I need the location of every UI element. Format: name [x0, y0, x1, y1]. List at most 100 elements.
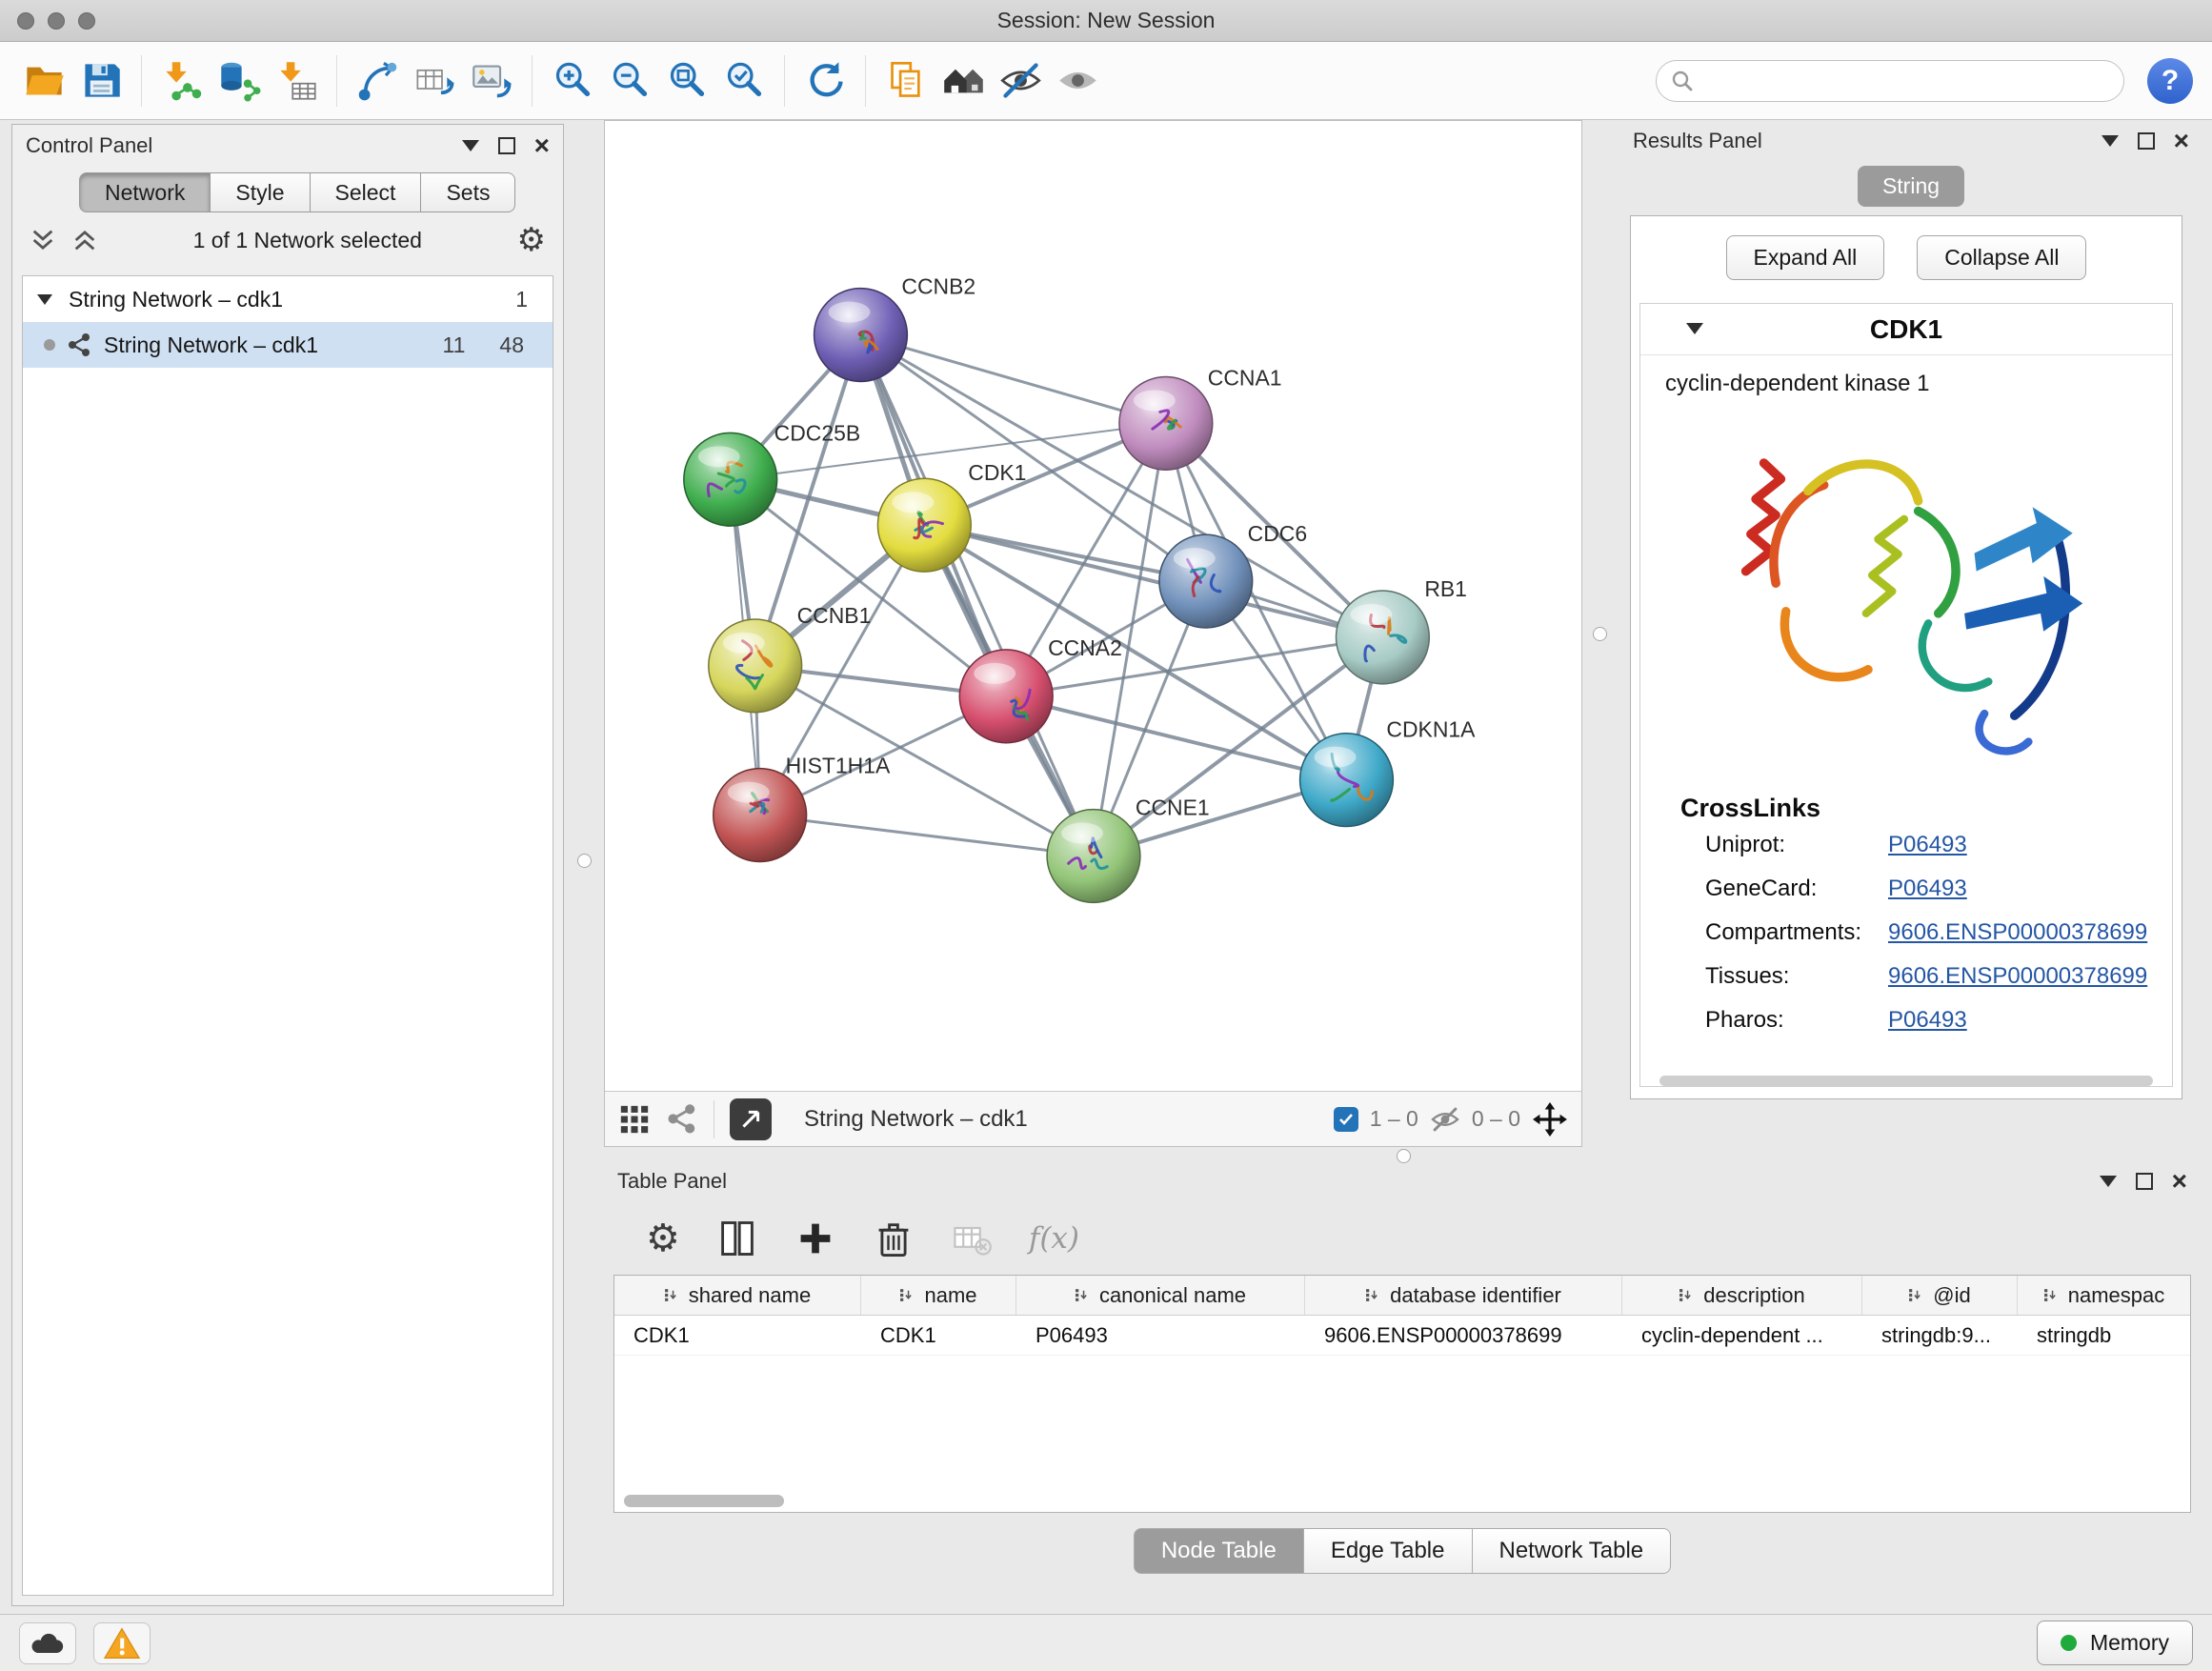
close-window-button[interactable]: [17, 12, 34, 30]
column-header-shared-name[interactable]: shared name: [614, 1276, 861, 1315]
edge-CDK1-RB1[interactable]: [924, 525, 1382, 637]
edge-CCNB2-CCNE1[interactable]: [860, 335, 1094, 856]
memory-button[interactable]: Memory: [2037, 1621, 2193, 1665]
column-header-canonical-name[interactable]: canonical name: [1016, 1276, 1305, 1315]
home-button[interactable]: [935, 50, 992, 111]
close-panel-icon[interactable]: ×: [534, 132, 550, 159]
open-session-button[interactable]: [15, 50, 72, 111]
node-CCNA2[interactable]: [959, 650, 1053, 743]
tree-row-collection[interactable]: String Network – cdk1 1: [23, 276, 553, 322]
export-table-button[interactable]: [406, 50, 463, 111]
column-header-name[interactable]: name: [861, 1276, 1016, 1315]
section-collapse-icon[interactable]: [1686, 323, 1703, 343]
gear-icon[interactable]: ⚙: [517, 224, 546, 256]
show-all-button[interactable]: [1049, 50, 1106, 111]
node-CDC6[interactable]: [1159, 534, 1253, 628]
expand-all-chevron-icon[interactable]: [30, 227, 56, 253]
zoom-fit-button[interactable]: [658, 50, 715, 111]
tab-edge-table[interactable]: Edge Table: [1304, 1528, 1473, 1574]
bottom-splitter-handle[interactable]: [1397, 1149, 1411, 1163]
crosslink-link[interactable]: P06493: [1888, 832, 1967, 858]
selected-checkbox-icon[interactable]: [1334, 1107, 1358, 1132]
search-input[interactable]: [1704, 69, 2110, 93]
node-RB1[interactable]: [1337, 591, 1430, 684]
results-scrollbar[interactable]: [1659, 1076, 2154, 1086]
tab-network-table[interactable]: Network Table: [1473, 1528, 1672, 1574]
close-panel-icon[interactable]: ×: [2174, 128, 2189, 154]
tab-select[interactable]: Select: [311, 172, 422, 212]
columns-icon[interactable]: [716, 1218, 758, 1259]
float-panel-icon[interactable]: [2100, 1176, 2117, 1196]
left-splitter-handle[interactable]: [577, 854, 592, 868]
node-CDC25B[interactable]: [684, 433, 777, 526]
column-header-database-identifier[interactable]: database identifier: [1305, 1276, 1622, 1315]
import-network-database-button[interactable]: [211, 50, 268, 111]
add-icon[interactable]: [794, 1218, 836, 1259]
pan-crosshair-icon[interactable]: [1532, 1101, 1568, 1137]
network-canvas[interactable]: CCNB2CCNA1CDC25BCDK1CDC6RB1CCNB1CCNA2CDK…: [605, 121, 1581, 1091]
crosslink-link[interactable]: P06493: [1888, 1007, 1967, 1034]
tree-row-network[interactable]: String Network – cdk1 11 48: [23, 322, 553, 368]
node-CCNB1[interactable]: [709, 619, 802, 713]
cloud-button[interactable]: [19, 1622, 76, 1664]
help-button[interactable]: ?: [2147, 58, 2193, 104]
copy-document-button[interactable]: [877, 50, 935, 111]
float-panel-icon[interactable]: [2101, 135, 2119, 155]
maximize-panel-icon[interactable]: [498, 137, 515, 154]
import-network-file-button[interactable]: [153, 50, 211, 111]
column-header--id[interactable]: @id: [1862, 1276, 2018, 1315]
string-tab[interactable]: String: [1858, 166, 1964, 207]
hide-selected-button[interactable]: [992, 50, 1049, 111]
tab-node-table[interactable]: Node Table: [1134, 1528, 1304, 1574]
float-panel-icon[interactable]: [462, 140, 479, 160]
node-CCNA1[interactable]: [1119, 376, 1213, 470]
node-HIST1H1A[interactable]: [714, 769, 807, 862]
save-session-button[interactable]: [72, 50, 130, 111]
node-CDKN1A[interactable]: [1300, 734, 1394, 827]
table-row[interactable]: CDK1CDK1P064939606.ENSP00000378699cyclin…: [614, 1316, 2190, 1356]
table-gear-icon[interactable]: ⚙: [646, 1219, 680, 1258]
network-graph[interactable]: CCNB2CCNA1CDC25BCDK1CDC6RB1CCNB1CCNA2CDK…: [605, 121, 1581, 1091]
maximize-panel-icon[interactable]: [2136, 1173, 2153, 1190]
collapse-triangle-icon[interactable]: [37, 294, 52, 312]
search-box[interactable]: [1656, 60, 2124, 102]
expand-all-button[interactable]: Expand All: [1726, 235, 1885, 280]
birdseye-view-button[interactable]: [730, 1098, 772, 1140]
function-builder-icon[interactable]: f(x): [1029, 1221, 1079, 1256]
zoom-out-button[interactable]: [601, 50, 658, 111]
node-CDK1[interactable]: [877, 478, 971, 572]
hidden-eye-icon[interactable]: [1430, 1104, 1460, 1135]
tab-style[interactable]: Style: [211, 172, 310, 212]
network-arrows-button[interactable]: [349, 50, 406, 111]
grid-view-icon[interactable]: [618, 1103, 651, 1136]
export-image-button[interactable]: [463, 50, 520, 111]
zoom-in-button[interactable]: [544, 50, 601, 111]
edge-CCNB2-CCNA1[interactable]: [860, 335, 1165, 424]
column-header-namespac[interactable]: namespac: [2018, 1276, 2190, 1315]
column-header-description[interactable]: description: [1622, 1276, 1862, 1315]
protein-section-header[interactable]: CDK1: [1640, 304, 2172, 355]
warning-icon: [103, 1626, 141, 1661]
tab-network[interactable]: Network: [79, 172, 211, 212]
collapse-all-chevron-icon[interactable]: [71, 227, 98, 253]
crosslink-link[interactable]: 9606.ENSP00000378699: [1888, 963, 2147, 990]
edge-CCNE1-HIST1H1A[interactable]: [760, 815, 1094, 856]
crosslink-link[interactable]: P06493: [1888, 876, 1967, 902]
delete-icon[interactable]: [873, 1218, 915, 1259]
node-CCNE1[interactable]: [1047, 810, 1140, 903]
maximize-panel-icon[interactable]: [2138, 132, 2155, 150]
zoom-selected-button[interactable]: [715, 50, 773, 111]
close-panel-icon[interactable]: ×: [2172, 1168, 2187, 1195]
refresh-button[interactable]: [796, 50, 854, 111]
zoom-window-button[interactable]: [78, 12, 95, 30]
warning-button[interactable]: [93, 1622, 151, 1664]
table-horizontal-scrollbar[interactable]: [624, 1495, 784, 1507]
crosslink-link[interactable]: 9606.ENSP00000378699: [1888, 919, 2147, 946]
minimize-window-button[interactable]: [48, 12, 65, 30]
collapse-all-button[interactable]: Collapse All: [1917, 235, 2086, 280]
tab-sets[interactable]: Sets: [421, 172, 515, 212]
import-table-button[interactable]: [268, 50, 325, 111]
share-view-icon[interactable]: [666, 1103, 698, 1136]
right-splitter-handle[interactable]: [1593, 627, 1607, 641]
node-CCNB2[interactable]: [814, 289, 908, 382]
